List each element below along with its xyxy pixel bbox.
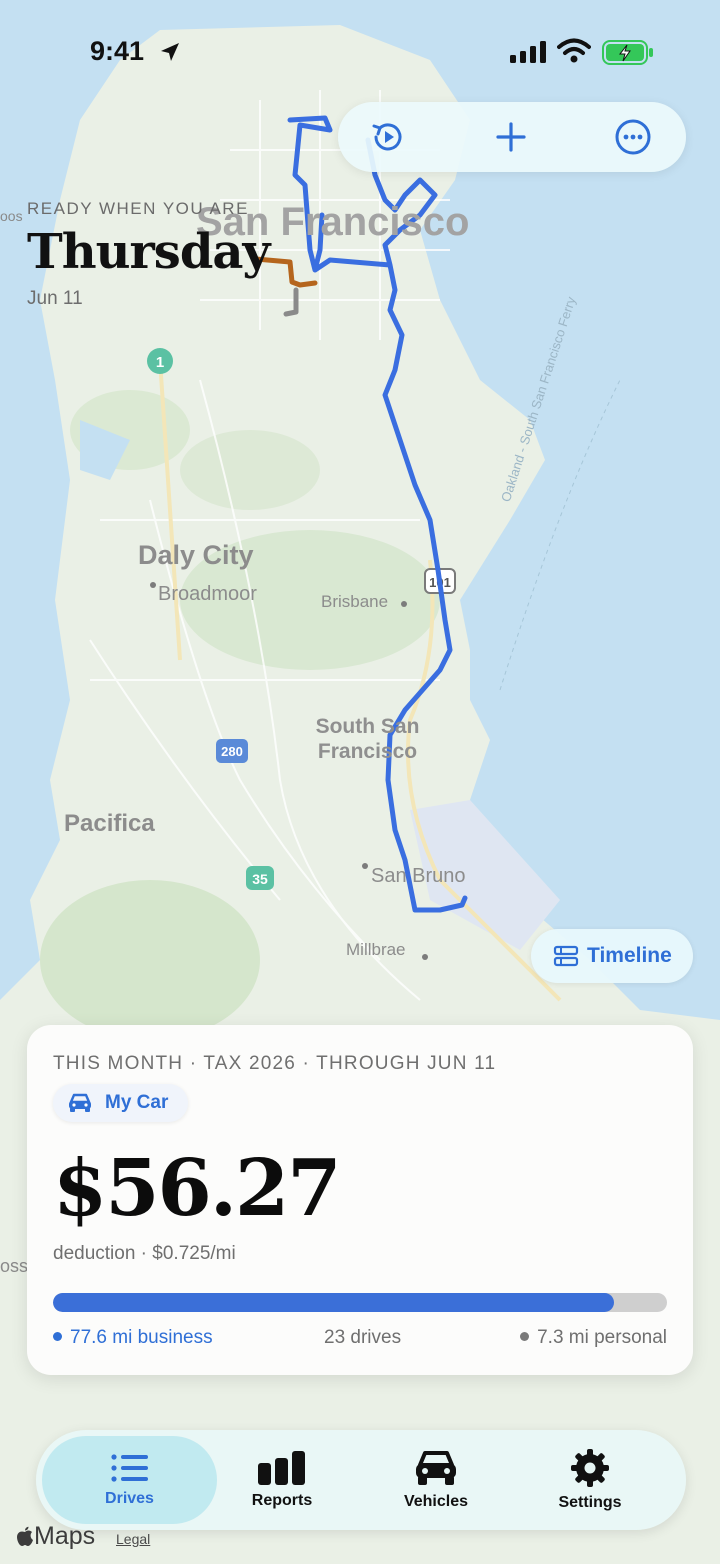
business-progress-bar [53, 1293, 667, 1312]
personal-miles-stat: 7.3 mi personal [520, 1327, 667, 1349]
route-1-shield: 1 [147, 348, 173, 374]
map-label-millbrae: Millbrae [346, 940, 406, 959]
map-action-pill [338, 102, 686, 172]
wifi-icon [557, 38, 591, 63]
map-label-san-bruno: San Bruno [371, 865, 466, 887]
car-icon [416, 1451, 456, 1485]
status-time: 9:41 [90, 36, 145, 66]
more-button[interactable] [612, 116, 654, 158]
business-miles-label: 77.6 mi business [70, 1327, 213, 1348]
gear-icon [571, 1449, 609, 1487]
summary-eyebrow: THIS MONTH · TAX 2026 · THROUGH JUN 11 [53, 1053, 497, 1074]
vehicle-chip[interactable]: My Car [53, 1084, 189, 1122]
tab-vehicles-label: Vehicles [403, 1493, 469, 1510]
route-35-shield: 35 [246, 866, 274, 890]
legal-link[interactable]: Legal [116, 1531, 150, 1547]
business-progress-fill [53, 1293, 615, 1312]
maps-attribution: Maps [16, 1522, 95, 1551]
timeline-label: Timeline [587, 944, 672, 967]
tab-bar: Drives Reports Vehicles Settings [36, 1430, 686, 1530]
deduction-amount: $56.27 [53, 1143, 342, 1234]
header-eyebrow: READY WHEN YOU ARE [27, 199, 249, 218]
map-label-broadmoor: Broadmoor [158, 583, 257, 605]
bar-chart-icon [258, 1451, 305, 1485]
apple-logo-icon [17, 1526, 33, 1546]
map-label-south-san-francisco: South San Francisco [315, 715, 420, 763]
maps-label: Maps [34, 1522, 96, 1550]
tab-drives[interactable]: Drives [42, 1430, 217, 1530]
tab-reports[interactable]: Reports [206, 1430, 358, 1530]
more-icon [615, 119, 651, 155]
timeline-icon [553, 945, 579, 967]
svg-text:280: 280 [221, 744, 243, 759]
battery-charging-icon [602, 40, 653, 65]
tab-settings-label: Settings [558, 1494, 622, 1511]
replay-button[interactable] [367, 116, 409, 158]
drives-count-stat: 23 drives [324, 1327, 402, 1348]
location-arrow-icon [161, 43, 179, 61]
tab-settings[interactable]: Settings [514, 1430, 666, 1530]
plus-icon [496, 122, 526, 152]
map-label-edge-2: oss [0, 1256, 29, 1276]
map-label-brisbane: Brisbane [321, 592, 389, 611]
vehicle-chip-label: My Car [105, 1092, 169, 1113]
map-label-pacifica: Pacifica [64, 810, 155, 837]
business-dot [53, 1332, 62, 1341]
map-label-daly-city: Daly City [138, 540, 254, 570]
tab-drives-label: Drives [105, 1490, 154, 1507]
svg-text:1: 1 [156, 354, 164, 371]
header-date: Jun 11 [27, 288, 83, 309]
svg-text:35: 35 [252, 871, 268, 887]
personal-miles-label: 7.3 mi personal [537, 1327, 667, 1348]
page-title: Thursday [27, 224, 270, 280]
timeline-button[interactable]: Timeline [531, 929, 693, 983]
personal-dot [520, 1332, 530, 1341]
replay-icon [372, 123, 402, 151]
route-280-shield: 280 [216, 739, 248, 763]
list-icon [110, 1454, 148, 1482]
cellular-signal-icon [510, 41, 546, 63]
monthly-summary-card[interactable]: THIS MONTH · TAX 2026 · THROUGH JUN 11 M… [27, 1025, 693, 1375]
map-label-edge: oos [0, 208, 23, 224]
tab-vehicles[interactable]: Vehicles [360, 1430, 512, 1530]
business-miles-stat: 77.6 mi business [53, 1327, 213, 1349]
car-icon [69, 1093, 91, 1112]
deduction-rate: deduction · $0.725/mi [53, 1243, 236, 1264]
add-drive-button[interactable] [490, 116, 532, 158]
tab-reports-label: Reports [251, 1492, 313, 1509]
